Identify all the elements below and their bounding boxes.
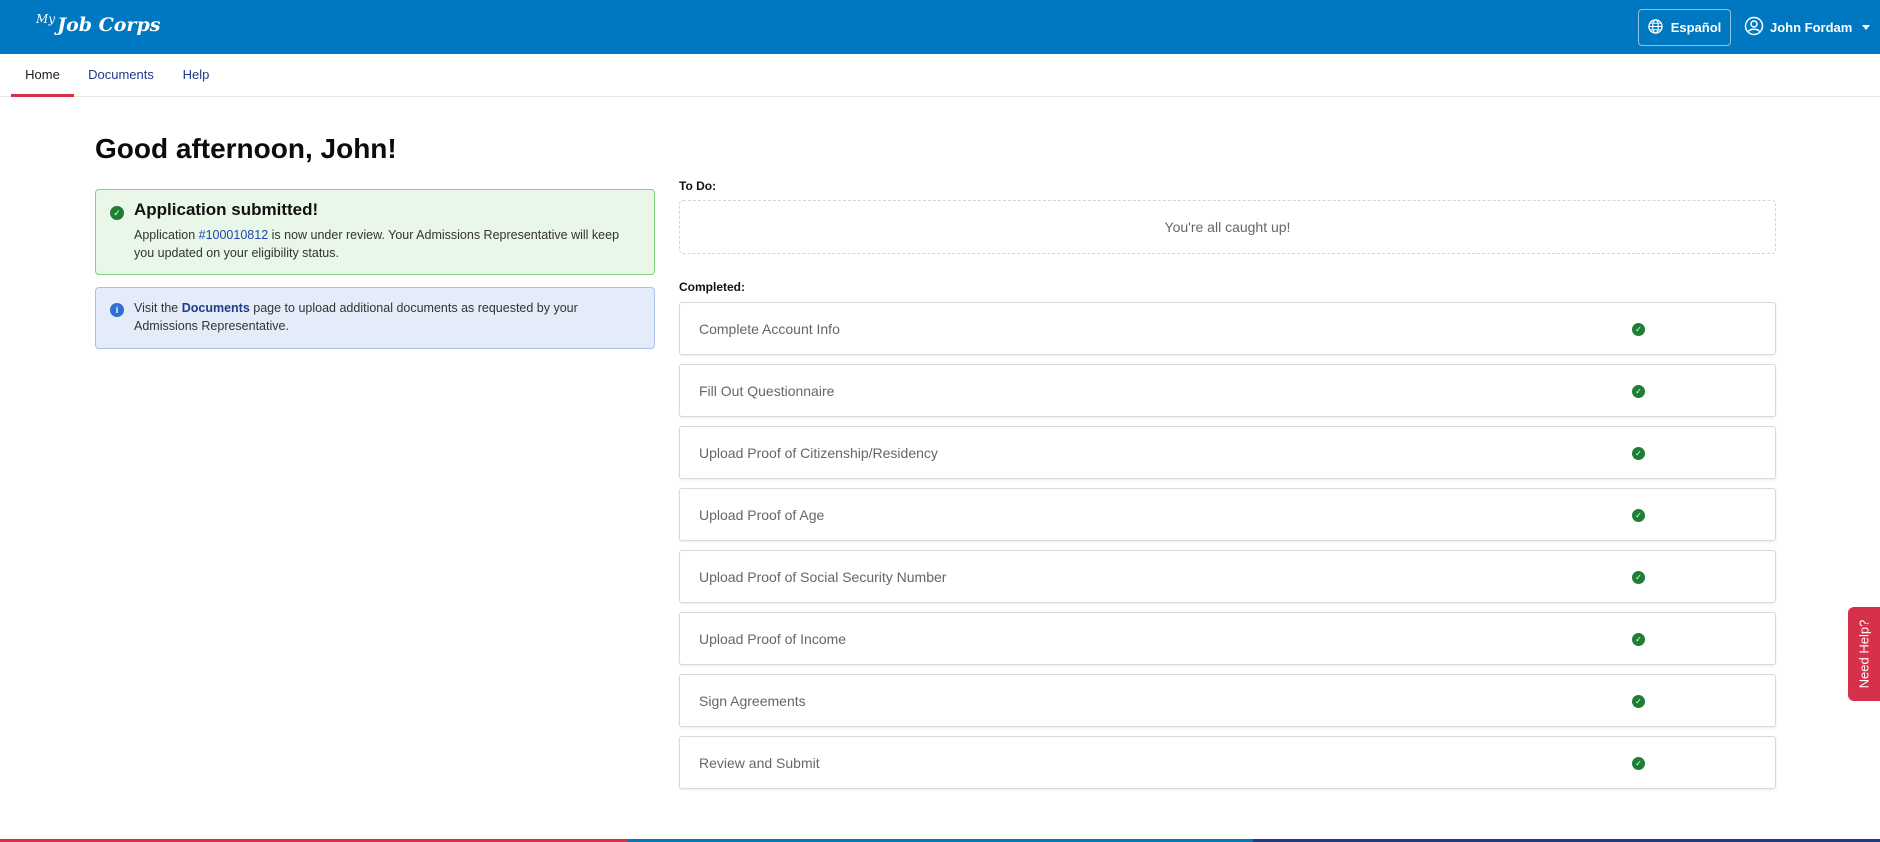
job-corps-logo[interactable]: My Job Corps (36, 12, 161, 36)
task-label: Fill Out Questionnaire (699, 383, 835, 399)
check-circle-icon: ✓ (1632, 695, 1645, 708)
task-label: Review and Submit (699, 755, 820, 771)
logo-text: Job Corps (57, 14, 161, 36)
task-complete-account-info[interactable]: Complete Account Info ✓ (679, 302, 1776, 355)
check-circle-icon: ✓ (1632, 323, 1645, 336)
application-submitted-alert: ✓ Application submitted! Application #10… (95, 189, 655, 275)
task-label: Complete Account Info (699, 321, 840, 337)
task-upload-proof-income[interactable]: Upload Proof of Income ✓ (679, 612, 1776, 665)
task-upload-proof-citizenship[interactable]: Upload Proof of Citizenship/Residency ✓ (679, 426, 1776, 479)
need-help-label: Need Help? (1856, 619, 1872, 689)
main-nav: Home Documents Help (0, 54, 1880, 97)
task-upload-proof-ssn[interactable]: Upload Proof of Social Security Number ✓ (679, 550, 1776, 603)
task-label: Sign Agreements (699, 693, 806, 709)
user-name: John Fordam (1770, 19, 1853, 35)
task-sign-agreements[interactable]: Sign Agreements ✓ (679, 674, 1776, 727)
caret-down-icon (1862, 24, 1871, 30)
task-review-and-submit[interactable]: Review and Submit ✓ (679, 736, 1776, 789)
check-circle-icon: ✓ (1632, 509, 1645, 522)
todo-empty-state: You're all caught up! (679, 200, 1776, 254)
logo-mark: My (36, 12, 56, 26)
language-button-label: Español (1670, 20, 1722, 35)
check-circle-icon: ✓ (1632, 757, 1645, 770)
globe-icon (1647, 18, 1663, 37)
user-menu[interactable]: John Fordam (1744, 14, 1871, 40)
language-toggle-button[interactable]: Español (1638, 9, 1731, 46)
task-upload-proof-age[interactable]: Upload Proof of Age ✓ (679, 488, 1776, 541)
todo-heading: To Do: (679, 179, 717, 193)
tab-home[interactable]: Home (11, 54, 74, 97)
task-label: Upload Proof of Income (699, 631, 847, 647)
tab-documents[interactable]: Documents (86, 54, 156, 97)
check-circle-icon: ✓ (1632, 571, 1645, 584)
check-circle-icon: ✓ (1632, 447, 1645, 460)
check-circle-icon: ✓ (110, 206, 124, 220)
user-circle-icon (1744, 16, 1764, 39)
tab-help[interactable]: Help (178, 54, 214, 97)
application-number-link[interactable]: #100010812 (199, 228, 269, 242)
task-label: Upload Proof of Age (699, 507, 825, 523)
alert-body: Application #100010812 is now under revi… (134, 226, 634, 262)
info-circle-icon: i (110, 303, 124, 317)
task-label: Upload Proof of Social Security Number (699, 569, 947, 585)
alert-title: Application submitted! (134, 200, 319, 219)
documents-link[interactable]: Documents (182, 301, 250, 315)
alert-body-prefix: Application (134, 228, 199, 242)
info-alert-body: Visit the Documents page to upload addit… (134, 299, 634, 335)
task-label: Upload Proof of Citizenship/Residency (699, 445, 938, 461)
check-circle-icon: ✓ (1632, 633, 1645, 646)
check-circle-icon: ✓ (1632, 385, 1645, 398)
need-help-button[interactable]: Need Help? (1848, 607, 1880, 701)
task-fill-out-questionnaire[interactable]: Fill Out Questionnaire ✓ (679, 364, 1776, 417)
info-prefix: Visit the (134, 301, 182, 315)
documents-info-alert: i Visit the Documents page to upload add… (95, 287, 655, 349)
top-header: My Job Corps Español John Fordam (0, 0, 1880, 54)
page-greeting: Good afternoon, John! (95, 133, 397, 164)
completed-heading: Completed: (679, 280, 745, 294)
